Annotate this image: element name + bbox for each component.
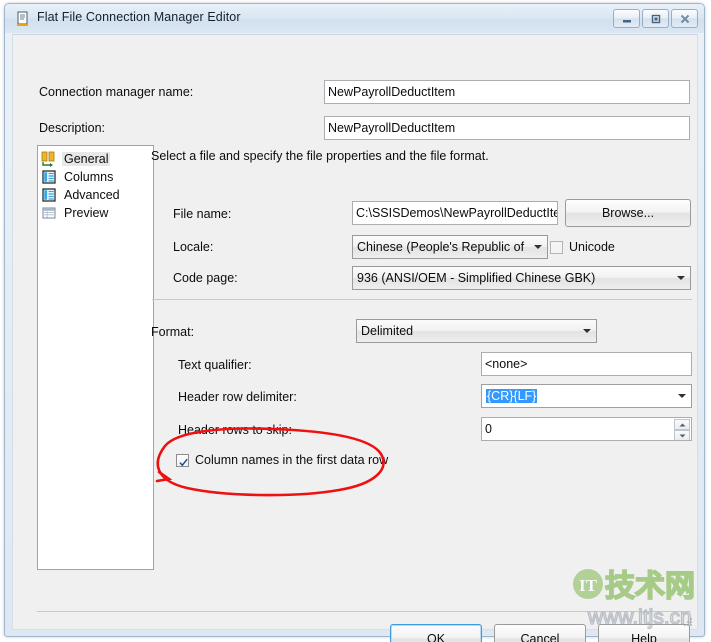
maximize-button[interactable] xyxy=(642,9,669,28)
chevron-down-icon xyxy=(534,245,542,249)
text-qualifier-label: Text qualifier: xyxy=(178,358,252,372)
connection-manager-name-label: Connection manager name: xyxy=(39,85,194,99)
description-input[interactable]: NewPayrollDeductItem xyxy=(324,116,690,140)
minimize-button[interactable] xyxy=(613,9,640,28)
header-row-delimiter-label: Header row delimiter: xyxy=(178,390,297,404)
window-title: Flat File Connection Manager Editor xyxy=(37,10,241,24)
connection-manager-name-input[interactable]: NewPayrollDeductItem xyxy=(324,80,690,104)
description-label: Description: xyxy=(39,121,105,135)
locale-label: Locale: xyxy=(173,240,214,254)
code-page-label: Code page: xyxy=(173,271,238,285)
format-value: Delimited xyxy=(361,324,414,338)
flat-file-icon xyxy=(15,11,31,27)
connection-manager-name-value: NewPayrollDeductItem xyxy=(328,85,456,99)
file-name-label: File name: xyxy=(173,207,232,221)
preview-icon xyxy=(41,205,57,221)
locale-value: Chinese (People's Republic of xyxy=(357,240,525,254)
screenshot-root: Flat File Connection Manager Editor Conn… xyxy=(0,0,711,642)
sidebar-item-general[interactable]: General xyxy=(38,150,153,168)
sidebar-item-preview[interactable]: Preview xyxy=(38,204,153,222)
browse-button[interactable]: Browse... xyxy=(565,199,691,227)
ok-button[interactable]: OK xyxy=(390,624,482,642)
unicode-label: Unicode xyxy=(569,240,615,254)
header-rows-to-skip-value: 0 xyxy=(485,422,492,436)
chevron-down-icon xyxy=(583,329,591,333)
footer-divider xyxy=(37,611,691,612)
general-icon xyxy=(41,151,57,167)
chevron-down-icon xyxy=(678,394,686,398)
advanced-icon xyxy=(41,187,57,203)
columns-icon xyxy=(41,169,57,185)
column-names-checkbox[interactable] xyxy=(176,454,189,467)
spinner-up-button[interactable] xyxy=(674,419,690,430)
checkmark-icon xyxy=(178,455,189,467)
file-name-value: C:\SSISDemos\NewPayrollDeductItem. xyxy=(356,206,558,220)
window-frame: Flat File Connection Manager Editor Conn… xyxy=(4,3,705,642)
help-button[interactable]: Help xyxy=(598,624,690,642)
title-bar[interactable]: Flat File Connection Manager Editor xyxy=(5,4,704,33)
instruction-text: Select a file and specify the file prope… xyxy=(151,149,489,163)
code-page-value: 936 (ANSI/OEM - Simplified Chinese GBK) xyxy=(357,271,596,285)
locale-combobox[interactable]: Chinese (People's Republic of xyxy=(352,235,548,259)
text-qualifier-value: <none> xyxy=(485,357,528,371)
sidebar-item-columns[interactable]: Columns xyxy=(38,168,153,186)
code-page-combobox[interactable]: 936 (ANSI/OEM - Simplified Chinese GBK) xyxy=(352,266,691,290)
sidebar-item-advanced[interactable]: Advanced xyxy=(38,186,153,204)
header-rows-spinner[interactable] xyxy=(674,419,690,440)
header-rows-to-skip-input[interactable]: 0 xyxy=(481,417,692,441)
chevron-down-icon xyxy=(677,276,685,280)
unicode-checkbox[interactable] xyxy=(550,241,563,254)
text-qualifier-input[interactable]: <none> xyxy=(481,352,692,376)
sidebar-item-label: Columns xyxy=(64,170,114,184)
format-label: Format: xyxy=(151,325,195,339)
page-list[interactable]: General Columns Advanced Preview xyxy=(37,145,154,570)
column-names-label: Column names in the first data row xyxy=(195,453,389,467)
resize-grip[interactable] xyxy=(681,614,693,626)
sidebar-item-label: Advanced xyxy=(64,188,120,202)
section-divider xyxy=(152,299,692,300)
window-controls xyxy=(613,9,698,28)
cancel-button[interactable]: Cancel xyxy=(494,624,586,642)
file-name-input[interactable]: C:\SSISDemos\NewPayrollDeductItem. xyxy=(352,201,558,225)
dialog-client-area: Connection manager name: NewPayrollDeduc… xyxy=(12,34,698,642)
header-row-delimiter-combobox[interactable]: {CR}{LF} xyxy=(481,384,692,408)
description-value: NewPayrollDeductItem xyxy=(328,121,456,135)
sidebar-item-label: General xyxy=(62,152,111,166)
sidebar-item-label: Preview xyxy=(64,206,109,220)
close-button[interactable] xyxy=(671,9,698,28)
format-combobox[interactable]: Delimited xyxy=(356,319,597,343)
spinner-down-button[interactable] xyxy=(674,430,690,440)
header-rows-to-skip-label: Header rows to skip: xyxy=(178,423,292,437)
header-row-delimiter-value: {CR}{LF} xyxy=(486,389,538,403)
